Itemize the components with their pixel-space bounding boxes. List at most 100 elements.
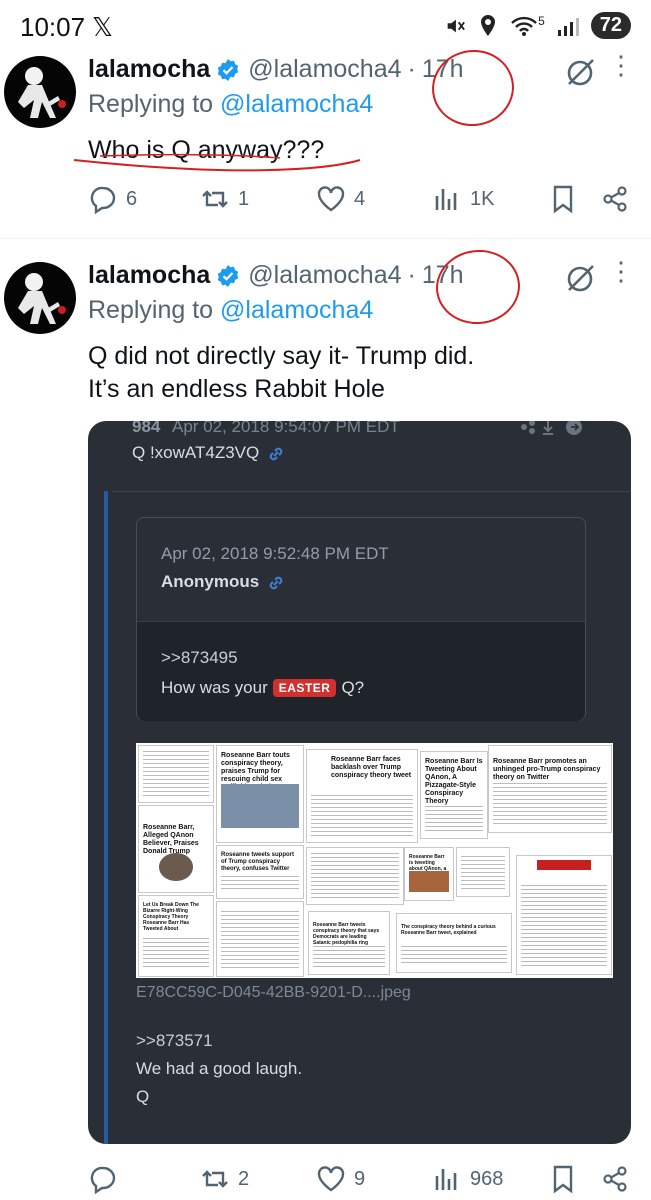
- collage-thumb: Roseanne Barr touts conspiracy theory, p…: [216, 745, 304, 843]
- author-handle[interactable]: @lalamocha4: [248, 261, 401, 290]
- tweet-divider: [0, 238, 651, 239]
- dot-separator: ·: [407, 261, 416, 289]
- collage-thumb: [138, 745, 214, 803]
- author-name[interactable]: lalamocha: [88, 55, 210, 84]
- author-name[interactable]: lalamocha: [88, 261, 210, 290]
- quoted-name-line: Anonymous: [161, 572, 285, 592]
- collage-thumb: Roseanne Barr, Alleged QAnon Believer, P…: [138, 805, 214, 893]
- location-icon: [481, 14, 496, 36]
- replying-prefix: Replying to: [88, 90, 221, 118]
- link-icon[interactable]: [267, 445, 285, 463]
- share-icon: [603, 186, 627, 212]
- collage-headline: Roseanne tweets support of Trump conspir…: [221, 852, 295, 872]
- repost-button[interactable]: 1: [200, 184, 249, 214]
- tweet-text: Q did not directly say it- Trump did. It…: [88, 340, 474, 406]
- like-button[interactable]: 9: [316, 1164, 365, 1194]
- post-date: Apr 02, 2018 9:54:07 PM EDT: [172, 421, 400, 436]
- more-options-icon[interactable]: ⋮: [608, 52, 634, 78]
- share-button[interactable]: [600, 1164, 630, 1194]
- replying-to: Replying to @lalamocha4: [88, 90, 373, 119]
- collage-headline: Roseanne Barr Is Tweeting About QAnon, A…: [425, 758, 483, 805]
- grok-icon[interactable]: [563, 262, 597, 296]
- views-count: 1K: [470, 187, 495, 210]
- avatar[interactable]: [4, 56, 76, 128]
- share-icon: [603, 1166, 627, 1192]
- quoted-ref: >>873495: [161, 648, 238, 667]
- heart-icon: [317, 186, 345, 212]
- action-bar: 2 9 968: [88, 1164, 633, 1200]
- avatar-skeleton-icon: [18, 273, 66, 324]
- tweet-text-line: Q did not directly say it- Trump did.: [88, 342, 475, 370]
- avatar-skeleton-icon: [18, 67, 66, 118]
- repost-button[interactable]: 2: [200, 1164, 249, 1194]
- collage-thumb: Roseanne Barr is tweeting about QAnon, a…: [404, 847, 454, 901]
- avatar[interactable]: [4, 262, 76, 334]
- author-line: lalamocha @lalamocha4 · 17h: [88, 261, 464, 290]
- collage-thumb: [216, 901, 304, 977]
- network-label: 5: [538, 13, 545, 28]
- collage-thumb: Roseanne Barr promotes an unhinged pro-T…: [488, 745, 612, 833]
- red-underline-annotation: [73, 153, 361, 172]
- quoted-text: How was your EASTER Q?: [161, 678, 364, 698]
- quoted-post: Apr 02, 2018 9:52:48 PM EDT Anonymous >>…: [136, 517, 586, 721]
- tweet-text-line: It’s an endless Rabbit Hole: [88, 375, 385, 403]
- views-chart-icon: [435, 189, 457, 210]
- grok-icon[interactable]: [563, 56, 597, 90]
- share-download-icons: [521, 421, 582, 435]
- collage-thumb: Roseanne Barr Is Tweeting About QAnon, A…: [420, 751, 488, 839]
- like-count: 4: [354, 187, 366, 210]
- collage-thumb: The conspiracy theory behind a curious R…: [396, 913, 512, 973]
- views-button[interactable]: 1K: [432, 184, 494, 214]
- author-line: lalamocha @lalamocha4 · 17h: [88, 55, 464, 84]
- signature: Q: [136, 1087, 150, 1106]
- more-options-icon[interactable]: ⋮: [608, 258, 634, 284]
- bookmark-icon: [553, 1165, 573, 1194]
- verified-badge-icon: [218, 264, 239, 287]
- mute-icon: [447, 19, 465, 32]
- attached-image[interactable]: 984 Apr 02, 2018 9:54:07 PM EDT Q !xowAT…: [88, 421, 631, 1144]
- easter-badge: EASTER: [272, 679, 337, 697]
- reply-ref: >>873571: [136, 1031, 213, 1050]
- collage-thumb: Roseanne tweets support of Trump conspir…: [216, 845, 304, 899]
- collage-thumb: [306, 847, 404, 905]
- author-handle[interactable]: @lalamocha4: [248, 55, 401, 84]
- like-count: 9: [354, 1167, 366, 1190]
- quoted-text-after: Q?: [341, 678, 365, 697]
- tweet-1[interactable]: lalamocha @lalamocha4 · 17h ⋮ Replying t…: [0, 52, 651, 237]
- collage-headline: Roseanne Barr, Alleged QAnon Believer, P…: [143, 824, 199, 855]
- replying-prefix: Replying to: [88, 296, 221, 324]
- replying-to-handle[interactable]: @lalamocha4: [220, 90, 373, 118]
- views-button[interactable]: 968: [432, 1164, 503, 1194]
- collage-thumb: Let Us Break Down The Bizarre Right-Wing…: [138, 895, 214, 977]
- collage-thumb: Roseanne Barr tweets conspiracy theory t…: [308, 911, 390, 975]
- collage-thumb: [516, 855, 612, 975]
- like-button[interactable]: 4: [316, 184, 365, 214]
- repost-icon: [202, 190, 228, 208]
- collage-thumb: [456, 847, 510, 897]
- bookmark-button[interactable]: [548, 184, 578, 214]
- reply-button[interactable]: 6: [88, 184, 137, 214]
- link-icon[interactable]: [267, 574, 285, 592]
- action-bar: 6 1 4 1K: [88, 184, 633, 220]
- heart-icon: [317, 1166, 345, 1192]
- reply-icon: [90, 186, 116, 214]
- reply-button[interactable]: [88, 1164, 126, 1194]
- status-time: 10:07: [20, 12, 86, 42]
- bookmark-button[interactable]: [548, 1164, 578, 1194]
- share-button[interactable]: [600, 184, 630, 214]
- post-number: 984: [132, 421, 161, 436]
- reply-count: 6: [126, 187, 138, 210]
- verified-badge-icon: [218, 58, 239, 81]
- image-filename[interactable]: E78CC59C-D045-42BB-9201-D....jpeg: [136, 984, 411, 1002]
- poster-id: Q !xowAT4Z3VQ: [132, 443, 285, 463]
- replying-to-handle[interactable]: @lalamocha4: [220, 296, 373, 324]
- collage-headline: Roseanne Barr faces backlash over Trump …: [331, 756, 412, 779]
- card-accent-bar: [104, 491, 108, 1144]
- battery-indicator: 72: [590, 12, 631, 39]
- repost-count: 1: [238, 187, 250, 210]
- reply-text: We had a good laugh.: [136, 1059, 303, 1078]
- collage-headline: Roseanne Barr tweets conspiracy theory t…: [313, 922, 380, 946]
- views-count: 968: [470, 1167, 504, 1190]
- card-separator: [112, 491, 631, 492]
- wifi-icon: [511, 16, 537, 36]
